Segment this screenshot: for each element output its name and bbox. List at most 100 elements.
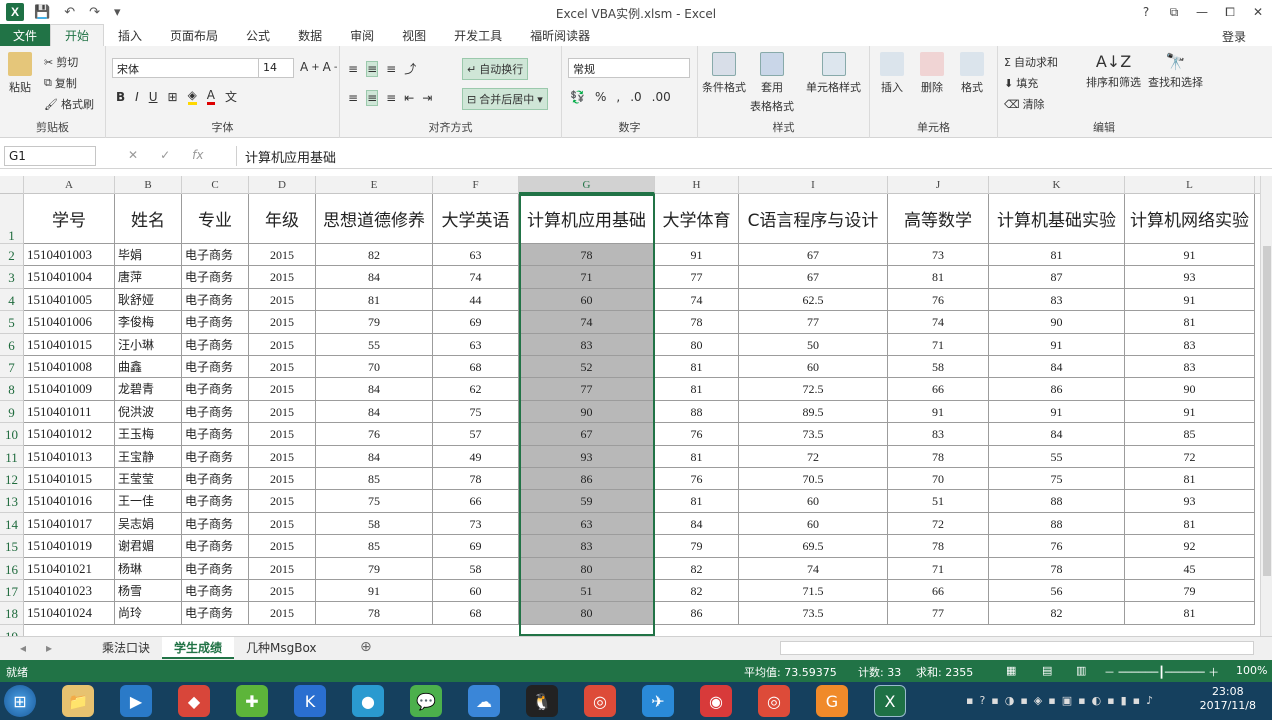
- number-format-select[interactable]: 常规: [568, 58, 690, 78]
- table-cell[interactable]: 66: [888, 378, 989, 401]
- paste-button[interactable]: 粘贴: [8, 52, 32, 95]
- table-cell[interactable]: 吴志娟: [115, 512, 182, 536]
- table-cell[interactable]: 王一佳: [115, 490, 182, 513]
- format-as-table-button[interactable]: 套用 表格格式: [750, 52, 794, 114]
- table-cell[interactable]: 78: [888, 535, 989, 558]
- table-cell[interactable]: 81: [1125, 602, 1255, 625]
- save-icon[interactable]: 💾: [30, 5, 54, 20]
- vertical-scrollbar[interactable]: [1260, 176, 1272, 636]
- column-header-c[interactable]: C: [182, 176, 249, 194]
- table-cell[interactable]: 79: [1125, 580, 1255, 603]
- table-cell[interactable]: 77: [888, 602, 989, 625]
- table-cell[interactable]: 60: [739, 490, 888, 513]
- qq-icon[interactable]: 🐧: [526, 685, 558, 717]
- row-header[interactable]: 13: [0, 490, 24, 513]
- table-cell[interactable]: 90: [519, 400, 655, 424]
- row-header[interactable]: 5: [0, 311, 24, 334]
- table-cell[interactable]: 77: [739, 311, 888, 334]
- table-cell[interactable]: 69: [433, 535, 519, 558]
- table-cell[interactable]: 73.5: [739, 602, 888, 625]
- find-select-button[interactable]: 🔭 查找和选择: [1148, 52, 1203, 90]
- table-cell[interactable]: 70.5: [739, 468, 888, 491]
- column-header-i[interactable]: I: [739, 176, 888, 194]
- table-cell[interactable]: 唐萍: [115, 266, 182, 289]
- app-icon-orange[interactable]: G: [816, 685, 848, 717]
- column-header-l[interactable]: L: [1125, 176, 1255, 194]
- table-cell[interactable]: 1510401009: [24, 378, 115, 401]
- merge-center-button[interactable]: ⊟ 合并后居中 ▾: [462, 88, 548, 110]
- table-cell[interactable]: 77: [655, 266, 739, 289]
- table-cell[interactable]: 81: [655, 490, 739, 513]
- table-cell[interactable]: 79: [316, 557, 433, 580]
- column-header-k[interactable]: K: [989, 176, 1125, 194]
- table-cell[interactable]: 电子商务: [182, 490, 249, 513]
- table-cell[interactable]: 78: [888, 445, 989, 468]
- sheet-nav-next-icon[interactable]: ▸: [46, 641, 52, 655]
- table-cell[interactable]: 2015: [249, 557, 316, 580]
- align-bottom-icon[interactable]: ≡: [386, 62, 396, 76]
- table-cell[interactable]: 2015: [249, 244, 316, 267]
- table-cell[interactable]: 76: [989, 535, 1125, 558]
- delete-cells-button[interactable]: 删除: [920, 52, 944, 95]
- table-cell[interactable]: 74: [519, 311, 655, 334]
- table-cell[interactable]: 1510401004: [24, 266, 115, 289]
- table-cell[interactable]: 72: [888, 512, 989, 536]
- table-cell[interactable]: 2015: [249, 266, 316, 289]
- normal-view-icon[interactable]: ▦: [1006, 664, 1016, 677]
- table-cell[interactable]: 龙碧青: [115, 378, 182, 401]
- table-cell[interactable]: 71: [888, 557, 989, 580]
- table-cell[interactable]: 59: [519, 490, 655, 513]
- table-cell[interactable]: 杨琳: [115, 557, 182, 580]
- column-header-e[interactable]: E: [316, 176, 433, 194]
- table-cell[interactable]: 81: [989, 244, 1125, 267]
- table-cell[interactable]: 85: [316, 468, 433, 491]
- table-cell[interactable]: 76: [888, 288, 989, 312]
- table-cell[interactable]: 王莹莹: [115, 468, 182, 491]
- table-cell[interactable]: 66: [888, 580, 989, 603]
- table-cell[interactable]: 66: [433, 490, 519, 513]
- table-cell[interactable]: 81: [1125, 468, 1255, 491]
- table-cell[interactable]: 1510401021: [24, 557, 115, 580]
- underline-icon[interactable]: U: [149, 90, 158, 104]
- table-cell[interactable]: 尚玲: [115, 602, 182, 625]
- system-tray-icons[interactable]: ▪?▪◑▪◈▪▣▪◐▪▮▪♪: [966, 694, 1159, 707]
- table-cell[interactable]: 68: [433, 356, 519, 379]
- table-cell[interactable]: 88: [989, 512, 1125, 536]
- minimize-button[interactable]: —: [1188, 0, 1216, 24]
- header-cell[interactable]: 大学英语: [433, 194, 519, 244]
- table-cell[interactable]: 51: [888, 490, 989, 513]
- align-center-icon[interactable]: ≡: [366, 90, 379, 106]
- table-cell[interactable]: 1510401003: [24, 244, 115, 267]
- font-style-buttons[interactable]: B I U ⊞ ◈ A 文: [116, 88, 237, 105]
- header-cell[interactable]: 姓名: [115, 194, 182, 244]
- horizontal-align-buttons[interactable]: ≡ ≡ ≡ ⇤ ⇥: [348, 90, 432, 106]
- cut-button[interactable]: ✂ 剪切: [44, 54, 78, 70]
- weibo-icon[interactable]: ◉: [700, 685, 732, 717]
- row-header[interactable]: 6: [0, 333, 24, 356]
- cancel-icon[interactable]: ✕: [128, 148, 138, 162]
- table-cell[interactable]: 84: [989, 356, 1125, 379]
- header-cell[interactable]: 学号: [24, 194, 115, 244]
- table-cell[interactable]: 44: [433, 288, 519, 312]
- font-name-select[interactable]: 宋体: [112, 58, 260, 78]
- table-cell[interactable]: 92: [1125, 535, 1255, 558]
- column-header-d[interactable]: D: [249, 176, 316, 194]
- table-cell[interactable]: 58: [316, 512, 433, 536]
- customize-quick-access-icon[interactable]: ▾: [110, 5, 125, 20]
- table-cell[interactable]: 电子商务: [182, 535, 249, 558]
- table-cell[interactable]: 63: [519, 512, 655, 536]
- sheet-tab-msgbox[interactable]: 几种MsgBox: [234, 637, 329, 659]
- table-cell[interactable]: 1510401008: [24, 356, 115, 379]
- column-header-f[interactable]: F: [433, 176, 519, 194]
- table-cell[interactable]: 57: [433, 423, 519, 446]
- table-cell[interactable]: 79: [655, 535, 739, 558]
- row-header[interactable]: 15: [0, 535, 24, 558]
- table-cell[interactable]: 93: [1125, 490, 1255, 513]
- fill-color-icon[interactable]: ◈: [187, 88, 197, 105]
- table-cell[interactable]: 74: [655, 288, 739, 312]
- table-cell[interactable]: 电子商务: [182, 580, 249, 603]
- add-sheet-icon[interactable]: ⊕: [360, 639, 372, 655]
- sheet-tab-scores[interactable]: 学生成绩: [162, 637, 235, 659]
- align-top-icon[interactable]: ≡: [348, 62, 358, 76]
- table-cell[interactable]: 73: [888, 244, 989, 267]
